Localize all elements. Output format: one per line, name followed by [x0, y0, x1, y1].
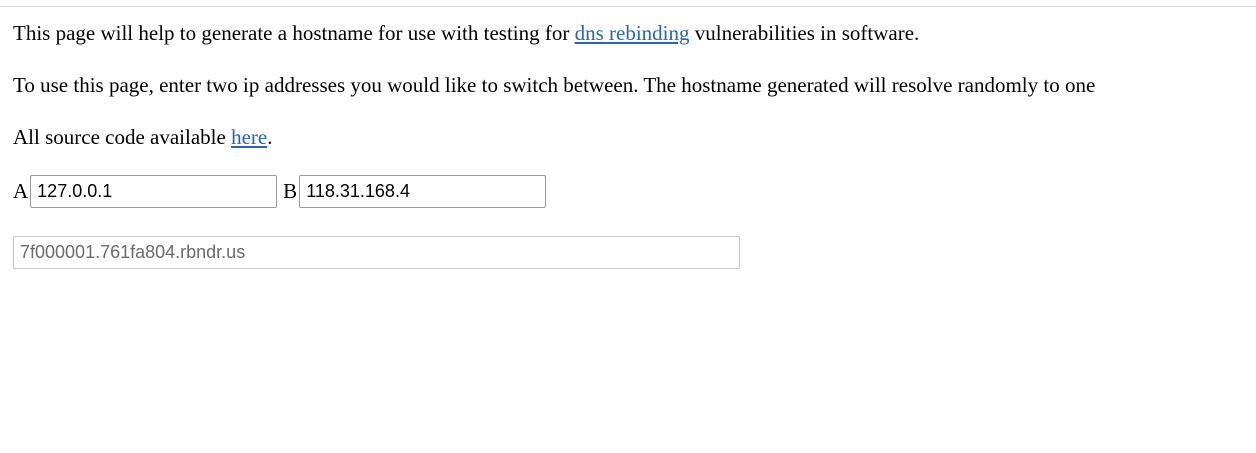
source-paragraph: All source code available here.	[13, 121, 272, 153]
browser-top-border	[0, 0, 1256, 7]
ip-address-row: A B	[13, 175, 552, 208]
ip-a-input[interactable]	[30, 175, 278, 208]
intro-paragraph: This page will help to generate a hostna…	[13, 17, 919, 49]
ip-a-label: A	[13, 179, 29, 203]
ip-b-label: B	[283, 179, 298, 203]
hostname-output-field[interactable]	[13, 236, 740, 269]
intro-text-before: This page will help to generate a hostna…	[13, 21, 575, 45]
source-code-link[interactable]: here	[231, 125, 267, 149]
source-text-before: All source code available	[13, 125, 232, 149]
usage-paragraph: To use this page, enter two ip addresses…	[13, 73, 1096, 97]
intro-text-after: vulnerabilities in software.	[689, 21, 920, 45]
ip-b-input[interactable]	[299, 175, 547, 208]
source-text-after: .	[267, 125, 273, 149]
dns-rebinding-link[interactable]: dns rebinding	[575, 21, 690, 45]
